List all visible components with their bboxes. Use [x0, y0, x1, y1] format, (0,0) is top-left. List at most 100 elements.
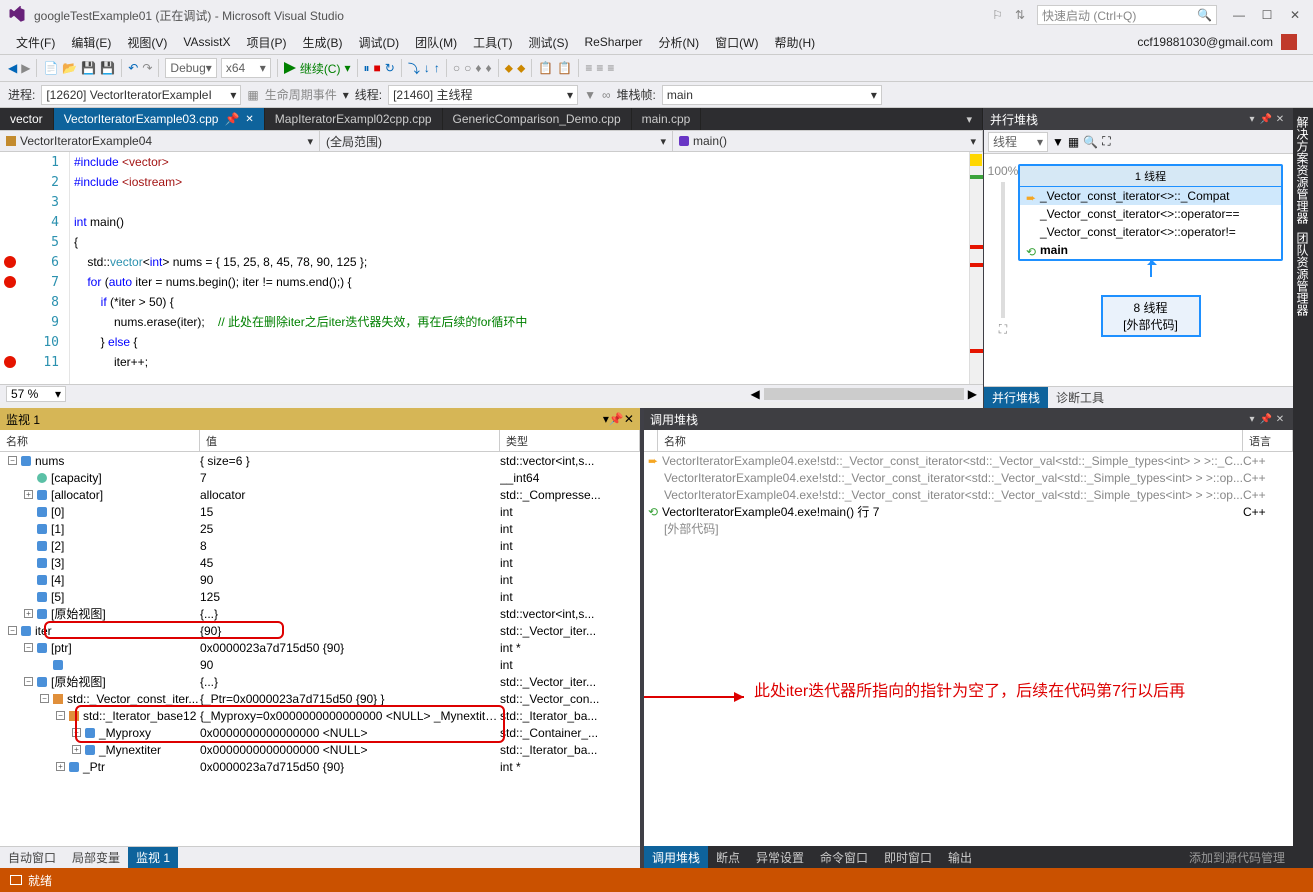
watch-row[interactable]: [5]125int: [0, 588, 640, 605]
tab-locals[interactable]: 局部变量: [64, 847, 128, 868]
tool-icon[interactable]: ♦: [475, 61, 481, 75]
tool-icon[interactable]: ≡: [607, 61, 614, 75]
close-panel-icon[interactable]: ✕: [1273, 414, 1287, 425]
tab-parallel-stacks[interactable]: 并行堆栈: [984, 387, 1048, 408]
pause-icon[interactable]: ⏸: [364, 61, 370, 76]
tree-toggle-icon[interactable]: −: [8, 626, 17, 635]
callstack-row[interactable]: ⟲VectorIteratorExample04.exe!main() 行 7C…: [644, 503, 1293, 520]
menu-test[interactable]: 测试(S): [520, 34, 576, 51]
code-editor[interactable]: 1 2 3 4 5 6 7 8 9 10 11 #include <vector…: [0, 152, 983, 384]
tree-toggle-icon[interactable]: +: [72, 728, 81, 737]
close-tab-icon[interactable]: ✕: [245, 114, 253, 125]
watch-row[interactable]: [capacity]7__int64: [0, 469, 640, 486]
callstack-list[interactable]: ➨VectorIteratorExample04.exe!std::_Vecto…: [644, 452, 1293, 846]
user-avatar[interactable]: [1281, 34, 1297, 50]
watch-row[interactable]: 90int: [0, 656, 640, 673]
dropdown-icon[interactable]: ▾: [1245, 414, 1259, 425]
tool-icon[interactable]: ⬥: [505, 61, 513, 76]
tab-output[interactable]: 输出: [940, 846, 980, 868]
watch-row[interactable]: [3]45int: [0, 554, 640, 571]
watch-row[interactable]: −std::_Iterator_base12{_Myproxy=0x000000…: [0, 707, 640, 724]
tab-command[interactable]: 命令窗口: [812, 846, 876, 868]
breakpoint-icon[interactable]: [4, 276, 16, 288]
close-panel-icon[interactable]: ✕: [1273, 114, 1287, 125]
scroll-left-icon[interactable]: ◀: [751, 387, 760, 401]
tree-toggle-icon[interactable]: −: [56, 711, 65, 720]
redo-icon[interactable]: ↷: [142, 61, 152, 75]
arrows-icon[interactable]: ⇅: [1015, 8, 1025, 22]
view-icon[interactable]: ▦: [1068, 135, 1079, 149]
tab-map[interactable]: MapIteratorExampl02cpp.cpp: [265, 108, 443, 130]
close-panel-icon[interactable]: ✕: [624, 412, 634, 426]
menu-analyze[interactable]: 分析(N): [650, 34, 707, 51]
menu-help[interactable]: 帮助(H): [766, 34, 823, 51]
tab-active[interactable]: VectorIteratorExample03.cpp 📌 ✕: [54, 108, 265, 130]
menu-window[interactable]: 窗口(W): [707, 34, 766, 51]
tool-icon[interactable]: ≡: [596, 61, 603, 75]
undo-icon[interactable]: ↶: [128, 61, 138, 75]
tool-icon[interactable]: 📋: [538, 61, 553, 75]
tool-icon[interactable]: ♦: [485, 61, 491, 75]
pin-icon[interactable]: 📌: [609, 412, 624, 426]
watch-row[interactable]: [0]15int: [0, 503, 640, 520]
pin-icon[interactable]: 📌: [1259, 114, 1273, 125]
tree-toggle-icon[interactable]: −: [40, 694, 49, 703]
tree-toggle-icon[interactable]: −: [24, 643, 33, 652]
pin-icon[interactable]: 📌: [1259, 414, 1273, 425]
expand-icon[interactable]: ⛶: [1102, 134, 1110, 149]
menu-tools[interactable]: 工具(T): [465, 34, 520, 51]
watch-row[interactable]: +[allocator]allocatorstd::_Compresse...: [0, 486, 640, 503]
col-name[interactable]: 名称: [658, 430, 1243, 451]
close-button[interactable]: ✕: [1285, 8, 1305, 22]
parallel-filter[interactable]: 线程▾: [988, 132, 1048, 152]
open-icon[interactable]: 📂: [62, 61, 77, 75]
step-over-icon[interactable]: ⤵: [408, 60, 420, 77]
col-lang[interactable]: 语言: [1243, 430, 1293, 451]
tool-icon[interactable]: ⬥: [517, 61, 525, 76]
callstack-row[interactable]: ➨VectorIteratorExample04.exe!std::_Vecto…: [644, 452, 1293, 469]
back-icon[interactable]: ◀: [8, 61, 17, 75]
watch-tree[interactable]: −nums{ size=6 }std::vector<int,s...[capa…: [0, 452, 640, 846]
zoom-icon[interactable]: 🔍: [1083, 135, 1098, 149]
watch-row[interactable]: +[原始视图]{...}std::vector<int,s...: [0, 605, 640, 622]
scroll-right-icon[interactable]: ▶: [968, 387, 977, 401]
minimize-button[interactable]: —: [1229, 8, 1249, 22]
callstack-row[interactable]: [外部代码]: [644, 520, 1293, 537]
watch-row[interactable]: [1]25int: [0, 520, 640, 537]
scroll-thumb[interactable]: [764, 388, 964, 400]
watch-row[interactable]: +_Mynextiter0x0000000000000000 <NULL>std…: [0, 741, 640, 758]
watch-row[interactable]: −[ptr]0x0000023a7d715d50 {90}int *: [0, 639, 640, 656]
external-threads-box[interactable]: 8 线程 [外部代码]: [1101, 295, 1201, 337]
callstack-row[interactable]: VectorIteratorExample04.exe!std::_Vector…: [644, 469, 1293, 486]
fit-icon[interactable]: ⛶: [999, 322, 1007, 337]
zoom-dropdown[interactable]: 57 %▾: [6, 386, 66, 402]
tree-toggle-icon[interactable]: +: [72, 745, 81, 754]
menu-resharper[interactable]: ReSharper: [576, 35, 650, 49]
nav-scope[interactable]: (全局范围)▾: [320, 131, 673, 151]
watch-row[interactable]: +_Ptr0x0000023a7d715d50 {90}int *: [0, 758, 640, 775]
forward-icon[interactable]: ▶: [21, 61, 30, 75]
menu-debug[interactable]: 调试(D): [350, 34, 407, 51]
step-out-icon[interactable]: ↑: [434, 61, 440, 75]
tab-exceptions[interactable]: 异常设置: [748, 846, 812, 868]
lifecycle-icon[interactable]: ▦: [247, 88, 258, 102]
menu-edit[interactable]: 编辑(E): [63, 34, 119, 51]
user-email[interactable]: ccf19881030@gmail.com: [1137, 35, 1273, 49]
new-icon[interactable]: 📄: [43, 61, 58, 75]
tab-overflow-icon[interactable]: ▾: [956, 108, 983, 130]
tab-breakpoints[interactable]: 断点: [708, 846, 748, 868]
watch-row[interactable]: +_Myproxy0x0000000000000000 <NULL>std::_…: [0, 724, 640, 741]
tab-vector[interactable]: vector: [0, 108, 54, 130]
maximize-button[interactable]: ☐: [1257, 8, 1277, 22]
menu-view[interactable]: 视图(V): [119, 34, 175, 51]
breakpoint-icon[interactable]: [4, 256, 16, 268]
restart-icon[interactable]: ↻: [385, 61, 395, 75]
process-dropdown[interactable]: [12620] VectorIteratorExampleI▾: [41, 85, 241, 105]
quick-launch-input[interactable]: 快速启动 (Ctrl+Q) 🔍: [1037, 5, 1217, 25]
flag-icon[interactable]: ⚐: [992, 8, 1003, 22]
tab-generic[interactable]: GenericComparison_Demo.cpp: [443, 108, 632, 130]
continue-button[interactable]: 继续(C) ▾: [284, 60, 351, 77]
menu-vassist[interactable]: VAssistX: [175, 35, 238, 49]
filter-icon[interactable]: ▼: [1052, 135, 1064, 149]
tool-icon[interactable]: 📋: [557, 61, 572, 75]
